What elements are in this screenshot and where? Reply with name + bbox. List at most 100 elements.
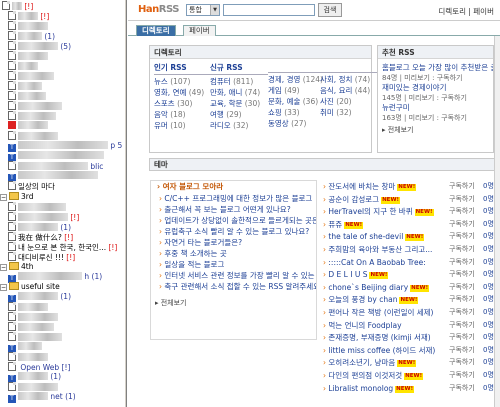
tree-folder-useful-site[interactable]: − useful site	[0, 282, 60, 292]
feed-row[interactable]: Libralist monologNEW!구독하기0명 +1 -1	[323, 383, 500, 395]
tab-favor[interactable]: 페이버	[183, 25, 216, 36]
category-item[interactable]: 뉴스 (107)	[154, 76, 212, 87]
tree-item[interactable]	[8, 81, 42, 91]
category-column-head[interactable]	[320, 62, 378, 73]
tree-folder-4th[interactable]: − 4th	[0, 262, 33, 272]
feed-title[interactable]: D E L I U SNEW!	[323, 269, 389, 281]
tree-item[interactable]	[8, 202, 66, 212]
category-item[interactable]: 음악 (18)	[154, 109, 212, 120]
feed-title[interactable]: the tale of she-devilNEW!	[323, 231, 425, 243]
panel-splitter[interactable]	[124, 0, 127, 407]
search-button[interactable]: 검색	[318, 3, 342, 17]
tree-item[interactable]: 我在 做什么? [!]	[8, 232, 73, 242]
collapse-icon[interactable]: −	[0, 194, 7, 201]
tree-item[interactable]: T h (1)	[8, 272, 102, 283]
feed-row[interactable]: 편어나 작은 책방 (이런일이 세제)구독하기0명 +1 -1	[323, 307, 500, 319]
category-item[interactable]: 컴퓨터 (811)	[210, 76, 268, 87]
feed-row[interactable]: 먹는 언니의 Foodplay구독하기0명 +1 -1	[323, 320, 500, 332]
feed-title[interactable]: :::::Cat On A Baobab Tree:	[323, 257, 425, 269]
category-item[interactable]: 교육, 학문 (30)	[210, 98, 268, 109]
subscribe-link[interactable]: 구독하기	[449, 219, 475, 231]
feed-row[interactable]: 오히려소년기, 냥마음NEW!구독하기0명 +1 -1	[323, 357, 500, 369]
theme-box-title[interactable]: › 여자 블로그 모아라	[151, 181, 316, 193]
category-item[interactable]: 게임 (49)	[268, 85, 326, 96]
tree-item[interactable]	[8, 51, 48, 61]
tree-item[interactable]: T (1)	[8, 292, 71, 303]
subscribe-link[interactable]: 구독하기	[449, 320, 475, 332]
search-input[interactable]	[223, 4, 315, 16]
feed-title[interactable]: Libralist monologNEW!	[323, 383, 415, 395]
category-item[interactable]: 만화, 애니 (74)	[210, 87, 268, 98]
category-item[interactable]: 문화, 예술 (36)	[268, 96, 326, 107]
subscribe-link[interactable]: 구독하기	[449, 194, 475, 206]
feed-title[interactable]: HerTravel의 지구 한 바퀴NEW!	[323, 206, 434, 218]
tree-item[interactable]: T	[8, 151, 104, 162]
tree-item[interactable]	[8, 382, 58, 392]
recommend-item-title[interactable]: 뉴런구미	[378, 103, 493, 113]
subscribe-link[interactable]: 구독하기	[449, 206, 475, 218]
category-item[interactable]: 경제, 경영 (124)	[268, 74, 326, 85]
tree-item[interactable]: [!]	[8, 11, 49, 21]
feed-row[interactable]: the tale of she-devilNEW!구독하기0명 +1 -1	[323, 231, 500, 243]
tree-item[interactable]	[8, 111, 56, 121]
theme-item[interactable]: 출근해서 꼭 보는 블로그 어떤게 있나요?	[151, 204, 316, 215]
tree-item[interactable]: [!]	[2, 1, 33, 11]
feed-row[interactable]: HerTravel의 지구 한 바퀴NEW!구독하기0명 +1 -1	[323, 206, 500, 218]
tree-item[interactable]	[8, 322, 54, 332]
category-column-head[interactable]	[268, 62, 326, 73]
subscribe-link[interactable]: 구독하기	[449, 332, 475, 344]
feed-row[interactable]: chone`s Beijing diaryNEW!구독하기0명 +1 -1	[323, 282, 500, 294]
feed-title[interactable]: 공순이 감성로그NEW!	[323, 194, 401, 206]
tree-item[interactable]: (1)	[8, 222, 71, 232]
tree-item[interactable]	[8, 312, 58, 322]
tree-item[interactable]: (1)	[8, 31, 55, 41]
subscribe-link[interactable]: 구독하기	[449, 244, 475, 256]
tree-item[interactable]: T p 5	[8, 141, 122, 152]
theme-item[interactable]: C/C++ 프로그래밍에 대한 정보가 많은 블로그	[151, 193, 316, 204]
search-scope-select[interactable]: 통합 ▼	[186, 4, 220, 16]
feed-row[interactable]: 존재증명, 부재증명 (kimji 서재)구독하기0명 +1 -1	[323, 332, 500, 344]
subscribe-link[interactable]: 구독하기	[449, 383, 475, 395]
subscribe-link[interactable]: 구독하기	[449, 269, 475, 281]
vertical-scrollbar[interactable]	[494, 36, 500, 407]
category-column-head[interactable]: 인기 RSS	[154, 62, 212, 75]
feed-row[interactable]: 잔도서에 바치는 창마NEW!구독하기0명 +1 -1	[323, 181, 500, 193]
feed-row[interactable]: D E L I U SNEW!구독하기0명 +1 -1	[323, 269, 500, 281]
tree-item[interactable]: blic	[8, 161, 103, 171]
category-item[interactable]: 사회, 정치 (74)	[320, 74, 378, 85]
category-item[interactable]: 영화, 연예 (49)	[154, 87, 212, 98]
tree-item[interactable]	[8, 332, 62, 342]
category-item[interactable]: 사진 (20)	[320, 96, 378, 107]
feed-title[interactable]: 먹는 언니의 Foodplay	[323, 320, 401, 332]
feed-row[interactable]: :::::Cat On A Baobab Tree:구독하기0명 +1 -1	[323, 257, 500, 269]
subscribe-link[interactable]: 구독하기	[449, 345, 475, 357]
recommend-more-link[interactable]: ▸ 전체보기	[378, 125, 493, 135]
recommend-item-meta[interactable]: 84명 | 미리보기 : 구독하기	[378, 73, 493, 83]
tree-item[interactable]: T net (1)	[8, 392, 76, 403]
theme-item[interactable]: 일상을 적는 블로그	[151, 259, 316, 270]
feed-title[interactable]: 다인의 편의점 이것저것NEW!	[323, 370, 424, 382]
tree-item[interactable]: T (1)	[8, 372, 61, 383]
subscribe-link[interactable]: 구독하기	[449, 181, 475, 193]
tree-item[interactable]: (5)	[8, 41, 71, 51]
feed-title[interactable]: 잔도서에 바치는 창마NEW!	[323, 181, 417, 193]
tree-item[interactable]	[8, 71, 54, 81]
subscribe-link[interactable]: 구독하기	[449, 231, 475, 243]
subscribe-link[interactable]: 구독하기	[449, 282, 475, 294]
category-column-head[interactable]: 신규 RSS	[210, 62, 268, 75]
subscribe-link[interactable]: 구독하기	[449, 257, 475, 269]
tree-item[interactable]: T	[8, 171, 98, 182]
tree-item[interactable]	[8, 61, 38, 71]
feed-row[interactable]: 퓨쥬NEW!구독하기0명 +1 -1	[323, 219, 500, 231]
collapse-icon[interactable]: −	[0, 264, 7, 271]
feed-title[interactable]: chone`s Beijing diaryNEW!	[323, 282, 430, 294]
theme-item[interactable]: 자연거 타는 블로거들은?	[151, 237, 316, 248]
feed-title[interactable]: 존재증명, 부재증명 (kimji 서재)	[323, 332, 430, 344]
tree-item[interactable]	[8, 101, 62, 111]
category-item[interactable]: 동영상 (27)	[268, 118, 326, 129]
subscribe-link[interactable]: 구독하기	[449, 357, 475, 369]
category-item[interactable]: 음식, 요리 (44)	[320, 85, 378, 96]
tree-item[interactable]: 내 눈으로 본 한국, 한국인... [!]	[8, 242, 117, 252]
feed-title[interactable]: little miss coffee (하이드 서재)	[323, 345, 435, 357]
category-item[interactable]: 여행 (29)	[210, 109, 268, 120]
